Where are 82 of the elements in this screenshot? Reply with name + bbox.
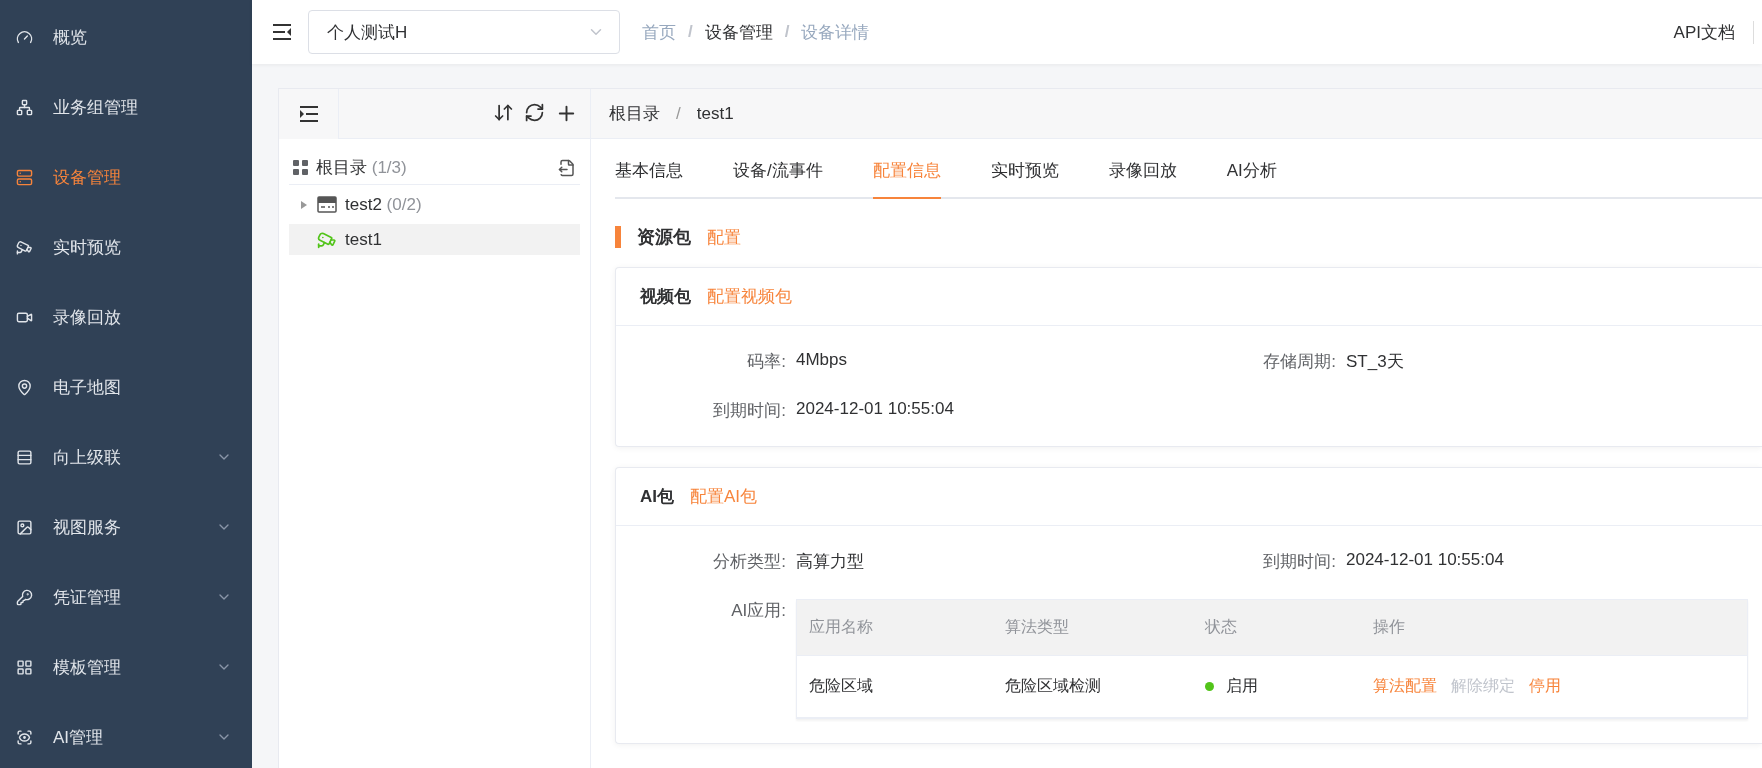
map-pin-icon (16, 378, 33, 396)
path-separator: / (676, 103, 681, 124)
list-icon (16, 448, 33, 466)
sidebar-item-label: 概览 (53, 26, 88, 49)
path-item: test1 (696, 103, 734, 124)
refresh-icon[interactable] (524, 102, 545, 123)
field-value: 4Mbps (796, 350, 849, 370)
field-label: 码率: (746, 351, 787, 373)
table-cell-text: 危险区域检测 (1005, 676, 1102, 696)
field-value: 2024-12-01 10:55:04 (1346, 550, 1505, 570)
sidebar-item[interactable]: 凭证管理 (0, 562, 252, 632)
image-icon (16, 518, 33, 536)
sidebar-item-label: 实时预览 (53, 236, 122, 259)
menu-fold-icon (272, 24, 292, 40)
sidebar-item-label: 向上级联 (53, 446, 122, 469)
sidebar-item[interactable]: 向上级联 (0, 422, 252, 492)
column-header: 算法类型 (1005, 617, 1070, 637)
tree-node[interactable]: test1 (289, 224, 580, 255)
status-text: 启用 (1226, 676, 1258, 696)
sidebar-item[interactable]: 电子地图 (0, 352, 252, 422)
sidebar-item-label: 视图服务 (53, 516, 122, 539)
field-label: 存储周期: (1262, 351, 1337, 373)
gauge-icon (16, 28, 33, 46)
tree-root[interactable]: 根目录 (1/3) (289, 151, 580, 185)
tree-node-label: test1 (345, 229, 382, 250)
network-icon (16, 98, 33, 116)
column-header: 应用名称 (809, 617, 874, 637)
project-select[interactable]: 个人测试H (308, 10, 620, 54)
column-header: 操作 (1373, 617, 1406, 637)
camera-icon (317, 229, 337, 250)
column-header: 状态 (1205, 617, 1238, 637)
sidebar-item-label: 录像回放 (53, 306, 122, 329)
sidebar-item-label: 凭证管理 (53, 586, 122, 609)
sidebar-item[interactable]: 业务组管理 (0, 72, 252, 142)
sidebar-item[interactable]: 模板管理 (0, 632, 252, 702)
sidebar-item[interactable]: 概览 (0, 2, 252, 72)
card-title: AI包 (640, 486, 674, 508)
tab[interactable]: 基本信息 (615, 143, 683, 199)
sidebar-item-label: 模板管理 (53, 656, 122, 679)
tab[interactable]: 录像回放 (1108, 143, 1177, 199)
sidebar-item[interactable]: 录像回放 (0, 282, 252, 352)
field-label: AI应用: (730, 600, 787, 622)
indent-icon (298, 105, 319, 122)
tab[interactable]: 实时预览 (990, 143, 1059, 199)
field-value: ST_3天 (1346, 351, 1405, 373)
breadcrumb-item[interactable]: 设备管理 (704, 20, 773, 44)
tab[interactable]: 设备/流事件 (733, 143, 823, 199)
indent-button[interactable] (279, 88, 339, 139)
grid-icon (16, 658, 33, 676)
sidebar-item-label: 业务组管理 (53, 96, 139, 119)
sidebar-item-label: 电子地图 (53, 376, 122, 399)
field-value: 2024-12-01 10:55:04 (796, 399, 955, 419)
tab[interactable]: AI分析 (1226, 143, 1277, 199)
tree-root-label: 根目录 (1/3) (316, 157, 407, 179)
grid-icon (293, 160, 308, 175)
export-file-icon[interactable] (558, 158, 576, 177)
sidebar-item[interactable]: AI管理 (0, 702, 252, 768)
field-label: 到期时间: (1262, 551, 1337, 573)
sidebar-item[interactable]: 视图服务 (0, 492, 252, 562)
table-cell-text: 危险区域 (809, 676, 874, 696)
api-docs-link[interactable]: API文档 (1673, 20, 1754, 44)
field-label: 到期时间: (712, 400, 787, 422)
camera-icon (16, 238, 33, 256)
sidebar-item-label: AI管理 (53, 726, 105, 749)
server-icon (16, 168, 33, 186)
breadcrumb-separator: / (784, 22, 790, 42)
scan-icon (16, 728, 33, 746)
sidebar-item[interactable]: 实时预览 (0, 212, 252, 282)
tree-node-label: test2 (0/2) (345, 194, 422, 215)
sidebar-item[interactable]: 设备管理 (0, 142, 252, 212)
breadcrumb-separator: / (688, 22, 693, 42)
section-title: 资源包 (637, 226, 691, 249)
tree-node[interactable]: test2 (0/2) (289, 189, 580, 220)
field-value: 高算力型 (796, 551, 865, 573)
sort-icon[interactable] (493, 102, 514, 123)
field-label: 分析类型: (712, 551, 787, 573)
section-marker (615, 226, 621, 248)
recorder-icon (317, 196, 337, 213)
sidebar-item-label: 设备管理 (53, 166, 122, 189)
key-icon (16, 588, 33, 606)
card-title: 视频包 (640, 286, 691, 308)
path-item: 根目录 (609, 103, 660, 125)
